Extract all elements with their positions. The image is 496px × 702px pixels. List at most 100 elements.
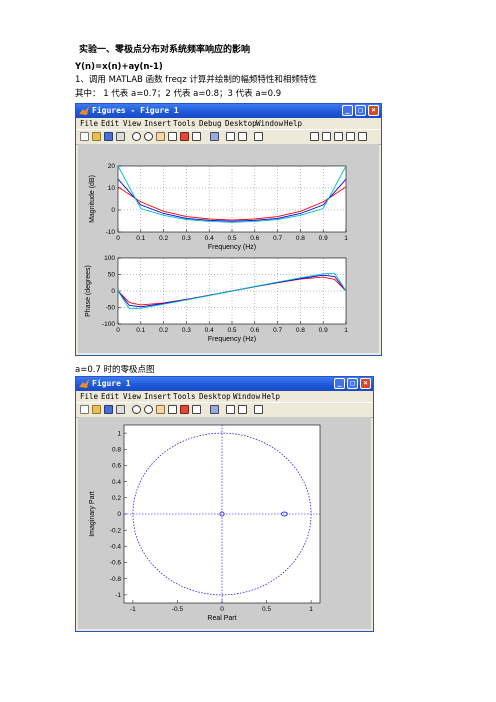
- tile-icon[interactable]: [310, 132, 319, 141]
- menu-debug[interactable]: Debug: [199, 119, 222, 128]
- rotate-icon[interactable]: [168, 132, 177, 141]
- legend-note: 其中： 1 代表 a=0.7；2 代表 a=0.8；3 代表 a=0.9: [75, 89, 282, 99]
- x-tick-label: 0.8: [296, 327, 305, 334]
- zoom-in-icon[interactable]: [132, 132, 141, 141]
- x-tick-label: 0.2: [159, 327, 168, 334]
- window-title: Figure 1: [92, 379, 131, 388]
- pole-zero-plot: -1 -0.5 0 0.5 1 -1 -0.8 -0.6 -0.4 -0.2 0 0.2 0.4 0.6 0…: [89, 424, 321, 622]
- data-cursor-icon[interactable]: [180, 132, 189, 141]
- x-tick-label: 0.3: [182, 235, 191, 242]
- menu-edit[interactable]: Edit: [101, 392, 119, 401]
- pan-icon[interactable]: [156, 405, 165, 414]
- x-tick-label: 0.5: [227, 235, 236, 242]
- menu-file[interactable]: File: [80, 392, 98, 401]
- menu-tools[interactable]: Tools: [173, 392, 196, 401]
- x-tick-label: 0.3: [182, 327, 191, 334]
- rotate-icon[interactable]: [168, 405, 177, 414]
- pan-icon[interactable]: [156, 132, 165, 141]
- difference-equation: Y(n)=x(n)+ay(n-1): [75, 62, 163, 72]
- y-tick-label: 50: [108, 272, 116, 279]
- print-icon[interactable]: [116, 405, 125, 414]
- data-cursor-icon[interactable]: [180, 405, 189, 414]
- layout-3-icon[interactable]: [334, 132, 343, 141]
- x-tick-label: 1: [344, 327, 348, 334]
- open-icon[interactable]: [92, 132, 101, 141]
- menu-insert[interactable]: Insert: [144, 119, 171, 128]
- menu-desktop[interactable]: Desktop: [199, 392, 231, 401]
- y-tick-label: 0.6: [112, 463, 121, 470]
- frequency-response-plot: 0 0.1 0.2 0.3 0.4 0.5 0.6 0.7 0.8 0.9 1-1001020Fre…: [85, 163, 348, 343]
- y-tick-label: 0: [111, 207, 115, 214]
- layout-5-icon[interactable]: [358, 132, 367, 141]
- menu-view[interactable]: View: [123, 392, 141, 401]
- menu-edit[interactable]: Edit: [101, 119, 119, 128]
- plot-tools-icon[interactable]: [254, 405, 263, 414]
- figure-canvas: -1 -0.5 0 0.5 1 -1 -0.8 -0.6 -0.4 -0.2 0 0.2 0.4 0.6 0…: [78, 417, 371, 629]
- menu-file[interactable]: File: [80, 119, 98, 128]
- menu-view[interactable]: View: [123, 119, 141, 128]
- zoom-out-icon[interactable]: [144, 405, 153, 414]
- y-tick-label: 0.4: [112, 479, 121, 486]
- x-tick-label: 0.1: [136, 235, 145, 242]
- menu-help[interactable]: Help: [284, 119, 302, 128]
- maximize-button[interactable]: □: [347, 378, 358, 389]
- open-icon[interactable]: [92, 405, 101, 414]
- legend-icon[interactable]: [238, 132, 247, 141]
- x-tick-label: 0.5: [227, 327, 236, 334]
- link-icon[interactable]: [210, 405, 219, 414]
- close-button[interactable]: ×: [360, 378, 371, 389]
- y-axis-label: Magnitude (dB): [89, 175, 96, 223]
- menubar: File Edit View Insert Tools Debug Deskto…: [76, 118, 381, 129]
- x-tick-label: 0.7: [273, 235, 282, 242]
- step-description: 1、调用 MATLAB 函数 freqz 计算并绘制的幅频特性和相频特性: [75, 75, 317, 85]
- save-icon[interactable]: [104, 405, 113, 414]
- brush-icon[interactable]: [192, 405, 201, 414]
- matlab-icon: [79, 379, 89, 389]
- menu-help[interactable]: Help: [262, 392, 280, 401]
- link-icon[interactable]: [210, 132, 219, 141]
- x-tick-label: 0.8: [296, 235, 305, 242]
- x-tick-label: 0: [116, 235, 120, 242]
- y-tick-label: -100: [102, 321, 115, 328]
- titlebar[interactable]: Figure 1 _ □ ×: [76, 377, 373, 391]
- y-tick-label: 10: [108, 185, 116, 192]
- x-tick-label: 0.6: [250, 327, 259, 334]
- y-tick-label: 1: [117, 430, 121, 437]
- y-tick-label: -0.4: [110, 544, 122, 551]
- save-icon[interactable]: [104, 132, 113, 141]
- new-figure-icon[interactable]: [80, 132, 89, 141]
- minimize-button[interactable]: _: [334, 378, 345, 389]
- colorbar-icon[interactable]: [226, 132, 235, 141]
- minimize-button[interactable]: _: [342, 105, 353, 116]
- y-tick-label: 0.8: [112, 446, 121, 453]
- menu-desktop[interactable]: Desktop: [225, 119, 257, 128]
- y-tick-label: 20: [108, 163, 116, 170]
- menu-window[interactable]: Window: [233, 392, 260, 401]
- menu-insert[interactable]: Insert: [144, 392, 171, 401]
- layout-2-icon[interactable]: [322, 132, 331, 141]
- x-tick-label: 1: [309, 606, 313, 613]
- y-tick-label: -50: [106, 305, 116, 312]
- zoom-in-icon[interactable]: [132, 405, 141, 414]
- y-tick-label: -0.8: [110, 576, 122, 583]
- legend-icon[interactable]: [238, 405, 247, 414]
- maximize-button[interactable]: □: [355, 105, 366, 116]
- pole-zero-caption: a=0.7 时的零极点图: [75, 365, 155, 375]
- x-tick-label: 0: [220, 606, 224, 613]
- menu-tools[interactable]: Tools: [173, 119, 196, 128]
- menu-window[interactable]: Window: [256, 119, 283, 128]
- y-tick-label: 0: [111, 288, 115, 295]
- print-icon[interactable]: [116, 132, 125, 141]
- zoom-out-icon[interactable]: [144, 132, 153, 141]
- close-button[interactable]: ×: [368, 105, 379, 116]
- titlebar[interactable]: Figures - Figure 1 _ □ ×: [76, 104, 381, 118]
- y-tick-label: -10: [106, 229, 116, 236]
- toolbar: [76, 129, 381, 145]
- colorbar-icon[interactable]: [226, 405, 235, 414]
- new-figure-icon[interactable]: [80, 405, 89, 414]
- y-axis-label: Phase (degrees): [85, 265, 92, 317]
- x-axis-label: Real Part: [207, 615, 236, 622]
- plot-tools-icon[interactable]: [254, 132, 263, 141]
- layout-4-icon[interactable]: [346, 132, 355, 141]
- brush-icon[interactable]: [192, 132, 201, 141]
